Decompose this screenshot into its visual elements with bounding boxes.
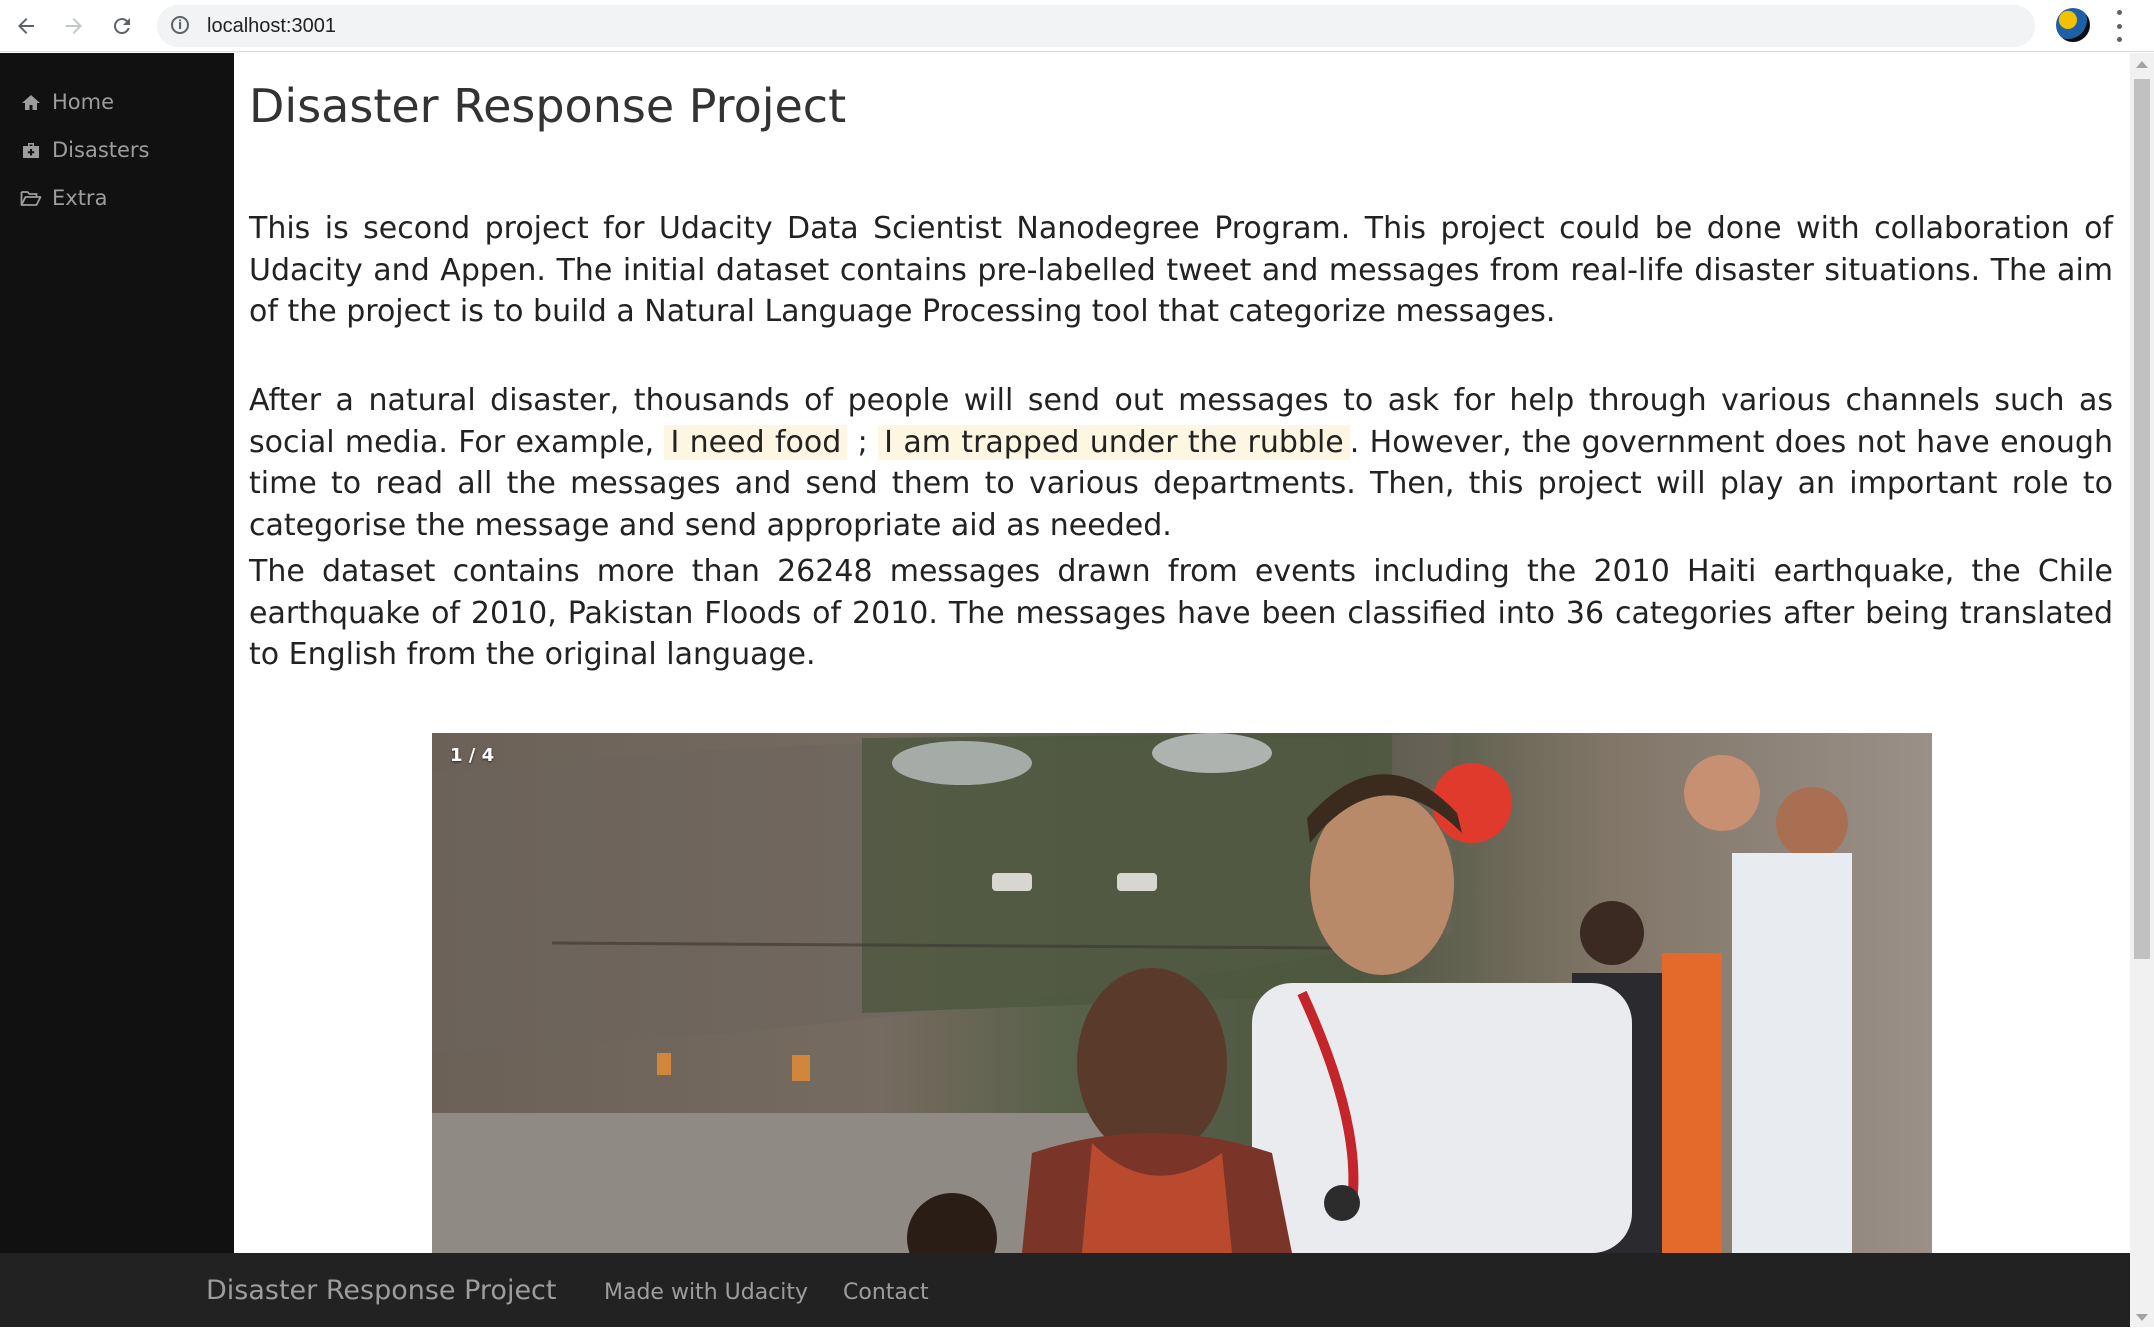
reload-button[interactable] — [104, 8, 140, 44]
sidebar-item-extra[interactable]: Extra — [20, 178, 107, 218]
page-title: Disaster Response Project — [249, 79, 847, 133]
profile-avatar[interactable] — [2056, 8, 2090, 42]
scroll-down-icon[interactable] — [2136, 1314, 2148, 1321]
paragraph-text: ; — [847, 424, 879, 460]
sidebar-item-label: Extra — [52, 186, 108, 210]
carousel-photo — [432, 733, 1852, 1253]
example-quote: I need food — [664, 424, 848, 460]
intro-paragraph: This is second project for Udacity Data … — [249, 211, 2113, 329]
sidebar-item-label: Home — [52, 90, 115, 114]
vertical-scrollbar[interactable] — [2130, 53, 2154, 1327]
browser-toolbar: i localhost:3001 ☆ — [0, 0, 2154, 52]
sidebar-item-home[interactable]: Home — [20, 82, 114, 122]
footer-brand[interactable]: Disaster Response Project — [206, 1275, 557, 1306]
address-bar[interactable]: i localhost:3001 ☆ — [157, 5, 2154, 47]
dataset-paragraph: The dataset contains more than 26248 mes… — [249, 554, 2113, 672]
carousel-counter: 1 / 4 — [450, 745, 495, 766]
folder-open-icon — [20, 189, 42, 207]
info-icon[interactable]: i — [171, 16, 189, 34]
arrow-right-icon — [66, 18, 82, 34]
scroll-up-icon[interactable] — [2136, 61, 2148, 68]
sidebar-item-disasters[interactable]: Disasters — [20, 130, 149, 170]
forward-button[interactable] — [56, 8, 92, 44]
home-icon — [20, 93, 42, 111]
sidebar-item-label: Disasters — [52, 138, 150, 162]
briefcase-medical-icon — [20, 141, 42, 159]
footer-link-udacity[interactable]: Made with Udacity — [604, 1280, 808, 1305]
url-text[interactable]: localhost:3001 — [207, 15, 336, 38]
footer-link-contact[interactable]: Contact — [843, 1280, 929, 1305]
arrow-left-icon — [18, 18, 34, 34]
main-content: Disaster Response Project This is second… — [234, 53, 2130, 1253]
reload-icon — [113, 18, 130, 35]
back-button[interactable] — [8, 8, 44, 44]
footer-navbar: Disaster Response Project Made with Udac… — [0, 1253, 2130, 1327]
sidebar: Home Disasters Extra — [0, 53, 234, 1253]
problem-paragraph: After a natural disaster, thousands of p… — [249, 380, 2113, 546]
example-quote: I am trapped under the rubble — [878, 424, 1350, 460]
more-vert-icon[interactable] — [2114, 10, 2124, 42]
image-carousel[interactable]: 1 / 4 — [432, 733, 1932, 1253]
scroll-thumb[interactable] — [2134, 79, 2150, 959]
